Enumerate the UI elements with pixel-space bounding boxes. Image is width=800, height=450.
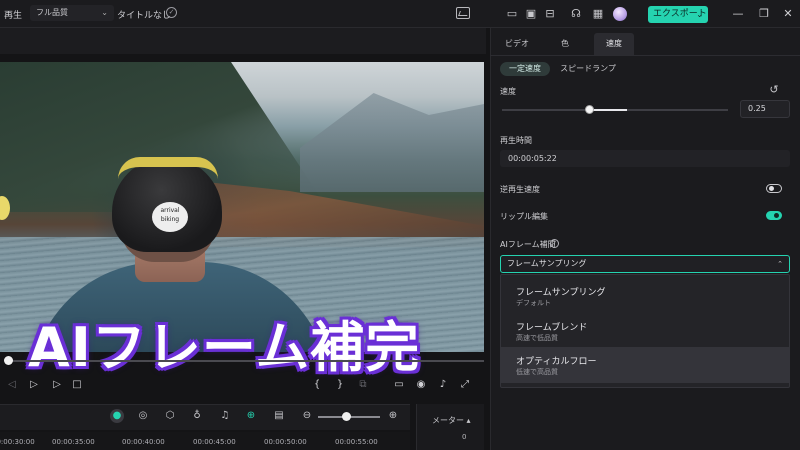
ruler-label: 00:00:55:00	[335, 438, 378, 446]
image-icon[interactable]	[456, 7, 470, 19]
playback-progress-track[interactable]	[8, 360, 484, 362]
zoom-slider-knob[interactable]	[342, 412, 351, 421]
player-header	[0, 28, 486, 54]
option-subtitle: 低速で高品質	[516, 368, 558, 376]
minimize-icon[interactable]: —	[730, 6, 746, 22]
quality-value: フル品質	[36, 8, 68, 17]
microphone-icon[interactable]: ♁	[190, 409, 204, 423]
display-icon[interactable]: ▭	[392, 378, 406, 392]
speed-slider-knob[interactable]	[585, 105, 594, 114]
chevron-down-icon: ⌄	[696, 10, 703, 19]
ruler-label: 00:00:50:00	[264, 438, 307, 446]
option-subtitle: 高速で低品質	[516, 334, 558, 342]
restore-icon[interactable]: ❐	[756, 6, 772, 22]
chevron-down-icon: ⌄	[101, 8, 108, 17]
volume-icon[interactable]: ♪	[436, 378, 450, 392]
ruler-label: 00:00:40:00	[122, 438, 165, 446]
saved-status-icon: ✓	[166, 7, 177, 18]
mark-out-icon[interactable]: }	[333, 378, 347, 392]
helmet-sticker: arrival biking	[152, 202, 188, 232]
ripple-toggle[interactable]	[766, 211, 782, 220]
speed-slider-fill	[589, 109, 627, 111]
zoom-in-icon[interactable]: ⊕	[386, 409, 400, 423]
tab-color[interactable]: 色	[550, 33, 580, 55]
duration-input[interactable]: 00:00:05:22	[500, 150, 790, 167]
play-icon[interactable]: ▷	[50, 378, 64, 392]
mountain	[300, 93, 484, 192]
avatar[interactable]	[613, 7, 627, 21]
interpolation-label: AIフレーム補間	[500, 240, 556, 249]
option-title: フレームサンプリング	[516, 288, 606, 298]
subtab-constant-speed[interactable]: 一定速度	[500, 62, 550, 76]
video-preview[interactable]: arrival biking	[0, 62, 484, 352]
option-subtitle: デフォルト	[516, 299, 551, 307]
chevron-up-icon: ⌃	[777, 260, 783, 268]
reset-icon[interactable]: ↺	[768, 84, 780, 96]
meter-label[interactable]: メーター ▴	[432, 415, 471, 426]
toggle-knob	[769, 186, 774, 191]
headset-icon[interactable]: ☊	[569, 7, 583, 21]
project-title[interactable]: タイトルなし	[117, 8, 171, 21]
export-button[interactable]: エクスポート ⌄	[648, 6, 708, 23]
ai-icon[interactable]: ●	[110, 409, 124, 423]
helmet-rim	[118, 157, 218, 179]
subtab-speed-ramp[interactable]: スピードランプ	[560, 62, 616, 76]
mark-in-icon[interactable]: {	[310, 378, 324, 392]
quality-select[interactable]: フル品質 ⌄	[30, 5, 114, 21]
archive-icon[interactable]: ⊟	[543, 7, 557, 21]
tab-video[interactable]: ビデオ	[497, 33, 537, 55]
overlay-caption: AIフレーム補完	[28, 316, 421, 379]
save-icon[interactable]: ▣	[524, 7, 538, 21]
ruler-label: 00:00:30:00	[0, 438, 35, 446]
camera-icon[interactable]: ◉	[414, 378, 428, 392]
zoom-out-icon[interactable]: ⊖	[300, 409, 314, 423]
layout-icon[interactable]: ▭	[505, 7, 519, 21]
duration-label: 再生時間	[500, 136, 532, 145]
speed-value-input[interactable]: 0.25	[740, 100, 790, 118]
meter-panel	[416, 404, 484, 450]
stop-icon[interactable]: □	[70, 378, 84, 392]
interpolation-selected: フレームサンプリング	[507, 259, 587, 268]
speed-label: 速度	[500, 87, 516, 96]
render-icon[interactable]: ◎	[136, 409, 150, 423]
ripple-label: リップル編集	[500, 212, 548, 221]
magnet-icon[interactable]: ⊕	[244, 409, 258, 423]
play-pause-icon[interactable]: ▷	[27, 378, 41, 392]
meter-label-text: メーター	[432, 416, 464, 425]
ruler-label: 00:00:35:00	[52, 438, 95, 446]
info-icon[interactable]: ?	[550, 239, 559, 248]
option-title: フレームブレンド	[516, 323, 588, 333]
toggle-knob	[774, 213, 779, 218]
meter-zero-label: 0	[462, 433, 467, 441]
caption-icon[interactable]: ▤	[272, 409, 286, 423]
tabs-divider	[490, 55, 800, 56]
tab-speed[interactable]: 速度	[594, 33, 634, 55]
ruler-label: 00:00:45:00	[193, 438, 236, 446]
option-title: オプティカルフロー	[516, 357, 597, 367]
playback-progress-knob[interactable]	[4, 356, 13, 365]
player-label: 再生	[4, 11, 23, 21]
close-icon[interactable]: ✕	[780, 6, 796, 22]
previous-frame-icon[interactable]: ◁	[5, 378, 19, 392]
reverse-label: 逆再生速度	[500, 185, 540, 194]
reverse-toggle[interactable]	[766, 184, 782, 193]
audio-track-icon[interactable]: ♫	[218, 409, 232, 423]
expand-icon[interactable]: ⤢	[458, 378, 472, 392]
interpolation-select[interactable]: フレームサンプリング ⌃	[500, 255, 790, 273]
grid-icon[interactable]: ▦	[591, 7, 605, 21]
fullscreen-toggle-icon[interactable]: ⧉	[356, 378, 370, 392]
marker-icon[interactable]: ⬡	[163, 409, 177, 423]
